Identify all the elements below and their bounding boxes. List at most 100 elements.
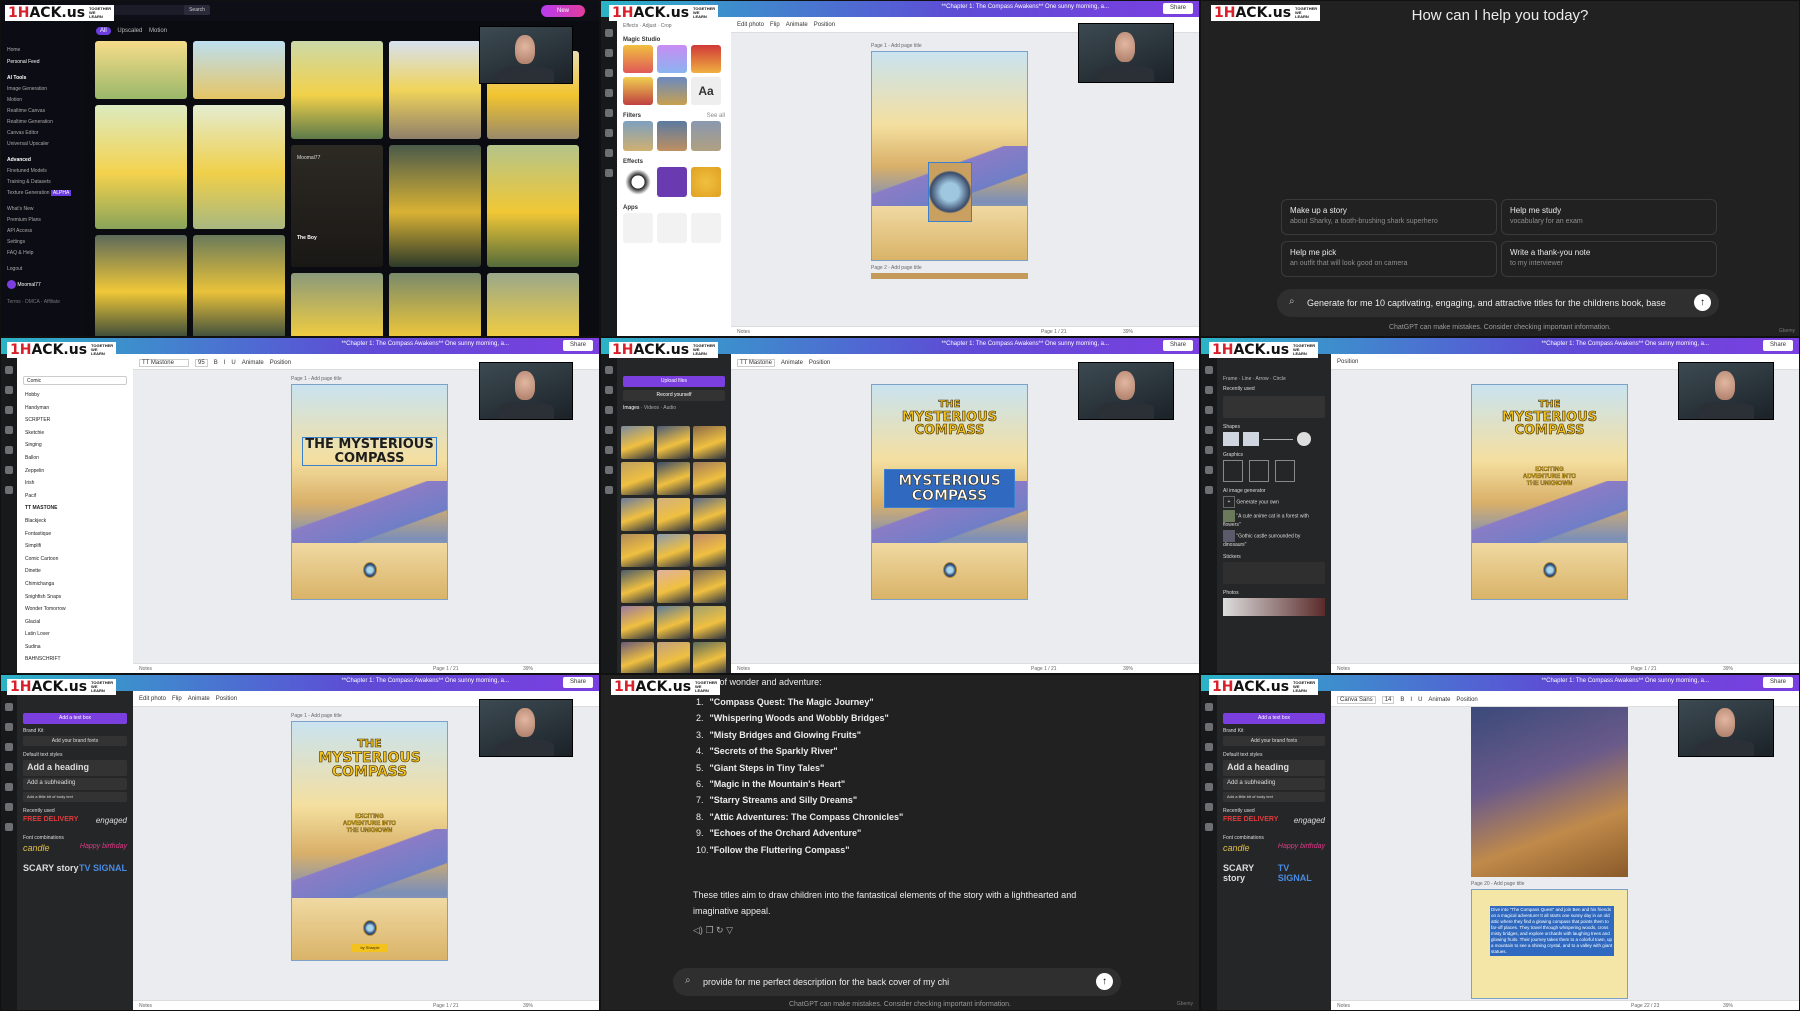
record-button[interactable]: Record yourself [623, 390, 725, 401]
logout-link[interactable]: Logout [7, 266, 77, 272]
tab-audio[interactable]: Audio [663, 405, 676, 411]
uploads-icon[interactable] [5, 446, 13, 454]
suggestion-card[interactable]: Write a thank-you note to my interviewer [1501, 241, 1717, 277]
add-body-button[interactable]: Add a little bit of body text [23, 792, 127, 802]
underline-icon[interactable]: U [1418, 697, 1422, 703]
font-sample[interactable]: SCARY story [23, 863, 79, 873]
filter-belvedere[interactable] [691, 121, 721, 151]
attach-icon[interactable]: ⌕ [1289, 296, 1295, 307]
design-icon[interactable] [5, 703, 13, 711]
uploaded-image[interactable] [621, 642, 654, 673]
design-icon[interactable] [5, 366, 13, 374]
italic-icon[interactable]: I [224, 360, 226, 366]
add-text-box-button[interactable]: Add a text box [1223, 713, 1325, 724]
tab-all[interactable]: All [96, 27, 111, 35]
add-text-box-button[interactable]: Add a text box [23, 713, 127, 724]
position-button[interactable]: Position [814, 22, 835, 28]
tab-motion[interactable]: Motion [149, 28, 167, 34]
tab-arrow[interactable]: Arrow [1256, 376, 1269, 382]
book-cover-page[interactable]: THE MYSTERIOUS COMPASS [291, 384, 448, 600]
add-heading-button[interactable]: Add a heading [1223, 760, 1325, 776]
add-subheading-button[interactable]: Add a subheading [23, 778, 127, 790]
text-icon[interactable] [1205, 406, 1213, 414]
doc-title[interactable]: **Chapter 1: The Compass Awakens** One s… [341, 341, 509, 347]
see-all-link[interactable]: See all [707, 113, 725, 119]
sidebar-item-training[interactable]: Training & Datasets [7, 179, 77, 185]
sidebar-item-premium[interactable]: Premium Plans [7, 217, 77, 223]
font-dropdown[interactable]: TT Mastone [737, 359, 775, 367]
generate-own-button[interactable]: + Generate your own [1223, 496, 1325, 508]
animate-button[interactable]: Animate [1428, 697, 1450, 703]
brand-fonts-button[interactable]: Add your brand fonts [23, 736, 127, 746]
uploaded-image[interactable] [657, 498, 690, 531]
draw-icon[interactable] [605, 466, 613, 474]
sidebar-item-realtime-generation[interactable]: Realtime Generation [7, 119, 77, 125]
magic-edit-tile[interactable] [691, 45, 721, 73]
sidebar-item-settings[interactable]: Settings [7, 239, 77, 245]
chat-input[interactable]: ⌕ provide for me perfect description for… [673, 968, 1121, 996]
sidebar-item-home[interactable]: Home [7, 47, 77, 53]
magic-expand-tile[interactable] [657, 77, 687, 105]
notes-button[interactable]: Notes [737, 329, 750, 335]
brand-icon[interactable] [605, 426, 613, 434]
doc-title[interactable]: **Chapter 1: The Compass Awakens** One s… [941, 4, 1109, 10]
font-option[interactable]: Blackjeck [25, 515, 125, 528]
gallery-image-card[interactable]: Moomal77 The Boy [291, 145, 383, 267]
notes-button[interactable]: Notes [737, 666, 750, 672]
suggestion-card[interactable]: Help me pick an outfit that will look goo… [1281, 241, 1497, 277]
tab-effects[interactable]: Effects [623, 23, 638, 29]
sidebar-item-finetuned[interactable]: Finetuned Models [7, 168, 77, 174]
cover-title[interactable]: THE MYSTERIOUS COMPASS [1472, 397, 1627, 438]
sidebar-item-personal-feed[interactable]: Personal Feed [7, 59, 77, 65]
footer-dmca[interactable]: DMCA [25, 299, 39, 305]
font-option[interactable]: Handyman [25, 402, 125, 415]
uploads-icon[interactable] [605, 109, 613, 117]
font-option[interactable]: Simplifi [25, 540, 125, 553]
bold-icon[interactable]: B [214, 360, 218, 366]
elements-icon[interactable] [1205, 723, 1213, 731]
tab-line[interactable]: Line [1242, 376, 1251, 382]
font-sample[interactable]: candle [1223, 843, 1250, 853]
uploaded-image[interactable] [693, 498, 726, 531]
add-body-button[interactable]: Add a little bit of body text [1223, 792, 1325, 802]
new-button[interactable]: New [541, 5, 585, 17]
uploaded-image[interactable] [657, 642, 690, 673]
magic-grab-tile[interactable] [623, 77, 653, 105]
app-colorize[interactable] [691, 213, 721, 243]
page-label[interactable]: Page 20 - Add page title [1471, 881, 1524, 887]
back-cover-description[interactable]: Dive into "The Compass Quest" and join B… [1490, 906, 1614, 956]
font-option[interactable]: Dinette [25, 565, 125, 578]
font-option[interactable]: Singing [25, 439, 125, 452]
share-button[interactable]: Share [563, 677, 593, 688]
notes-button[interactable]: Notes [139, 666, 152, 672]
brand-icon[interactable] [5, 426, 13, 434]
effect-duotone[interactable] [657, 167, 687, 197]
grab-text-tile[interactable]: Aa [691, 77, 721, 105]
uploads-icon[interactable] [605, 446, 613, 454]
font-option[interactable]: Irish [25, 477, 125, 490]
sidebar-item-image-generation[interactable]: Image Generation [7, 86, 77, 92]
cover-subtitle[interactable]: EXCITING ADVENTURE INTO THE UNKNOWN [1472, 467, 1627, 489]
send-icon[interactable]: ↑ [1694, 294, 1711, 311]
font-option[interactable]: Comic Cartoon [25, 553, 125, 566]
font-size-input[interactable]: 14 [1381, 696, 1395, 704]
suggestion-card[interactable]: Make up a story about Sharky, a tooth-bru… [1281, 199, 1497, 235]
share-button[interactable]: Share [1163, 340, 1193, 351]
design-icon[interactable] [605, 366, 613, 374]
gallery-image[interactable] [95, 41, 187, 99]
uploads-icon[interactable] [5, 783, 13, 791]
font-dropdown[interactable]: Canva Sans [1337, 696, 1376, 704]
uploaded-image[interactable] [693, 462, 726, 495]
share-button[interactable]: Share [1763, 340, 1793, 351]
position-button[interactable]: Position [270, 360, 291, 366]
add-heading-button[interactable]: Add a heading [23, 760, 127, 776]
graphic-frame[interactable] [1249, 460, 1269, 482]
font-size-input[interactable]: 95 [195, 359, 208, 367]
book-cover-page[interactable]: THE MYSTERIOUS COMPASS EXCITING ADVENTURE I… [291, 721, 448, 961]
projects-icon[interactable] [1205, 486, 1213, 494]
tab-frame[interactable]: Frame [1223, 376, 1237, 382]
search-button[interactable]: Search [184, 5, 210, 15]
apps-icon[interactable] [605, 169, 613, 177]
tab-circle[interactable]: Circle [1273, 376, 1286, 382]
sidebar-item-api[interactable]: API Access [7, 228, 77, 234]
